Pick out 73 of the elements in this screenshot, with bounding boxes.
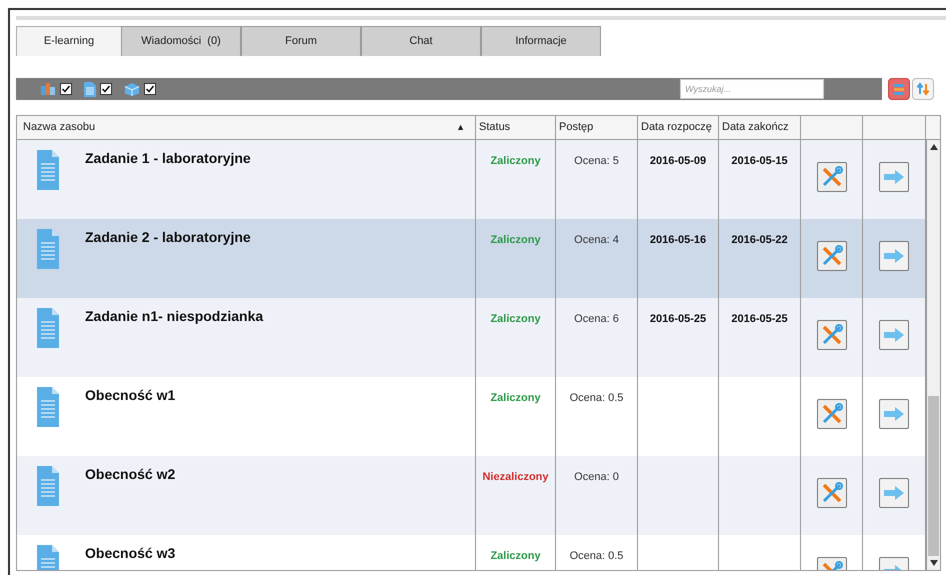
document-icon [37, 229, 59, 269]
table-row[interactable]: Obecność w2 Niezaliczony Ocena: 0 [17, 456, 926, 535]
scroll-down-icon[interactable] [930, 559, 938, 567]
column-header[interactable]: Status [476, 116, 556, 139]
scroll-up-icon[interactable] [930, 143, 938, 151]
grade-text: Ocena: 0 [574, 471, 619, 483]
sort-arrows-icon [916, 82, 930, 96]
tab[interactable]: Chat [361, 26, 481, 56]
grade-text: Ocena: 0.5 [570, 392, 624, 404]
cube-icon [124, 82, 140, 96]
document-icon [84, 82, 96, 96]
open-button[interactable] [879, 478, 909, 508]
arrow-right-icon [883, 485, 905, 501]
status-text: Zaliczony [490, 155, 541, 167]
document-icon [37, 466, 59, 506]
settings-button[interactable] [816, 399, 846, 429]
table-row[interactable]: Zadanie 2 - laboratoryjne Zaliczony Ocena: 4 2016-05-16 2016-05-22 [17, 219, 926, 298]
tab[interactable]: E-learning [16, 26, 121, 56]
status-text: Zaliczony [490, 392, 541, 404]
open-button[interactable] [879, 241, 909, 271]
tab[interactable]: Forum [241, 26, 361, 56]
column-title: Nazwa zasobu [23, 120, 96, 136]
sort-indicator: ▲ [456, 120, 465, 134]
resource-name[interactable]: Zadanie n1- niespodzianka [85, 306, 264, 327]
date-text: 2016-05-22 [731, 234, 788, 246]
arrow-right-icon [883, 248, 905, 264]
date-text: 2016-05-16 [650, 234, 706, 246]
scrollbar-thumb[interactable] [928, 396, 939, 556]
arrow-right-icon [883, 327, 905, 343]
checkbox[interactable] [60, 83, 72, 95]
stack-icon [892, 82, 906, 96]
open-button[interactable] [879, 320, 909, 350]
sort-button[interactable] [912, 78, 934, 100]
settings-button[interactable] [816, 478, 846, 508]
document-icon [37, 150, 59, 190]
status-text: Zaliczony [490, 313, 541, 325]
document-icon [37, 308, 59, 348]
date-text: 2016-05-15 [731, 155, 788, 167]
column-header[interactable]: Data rozpoczę [638, 116, 719, 139]
resource-name[interactable]: Obecność w1 [85, 385, 176, 406]
settings-button[interactable] [816, 241, 846, 271]
resource-name[interactable]: Zadanie 2 - laboratoryjne [85, 227, 251, 248]
date-text: 2016-05-25 [650, 313, 706, 325]
arrow-right-icon [883, 169, 905, 185]
grade-text: Ocena: 6 [574, 313, 619, 325]
open-button[interactable] [879, 399, 909, 429]
open-button[interactable] [879, 162, 909, 192]
search-field[interactable]: Wyszukaj... [680, 79, 824, 99]
resource-name[interactable]: Obecność w2 [85, 464, 176, 485]
column-header[interactable]: Data zakończ [719, 116, 801, 139]
resource-name[interactable]: Zadanie 1 - laboratoryjne [85, 148, 251, 169]
tab[interactable]: Wiadomości (0) [121, 26, 241, 56]
grade-text: Ocena: 4 [574, 234, 619, 246]
tab[interactable]: Informacje [481, 26, 601, 56]
grade-text: Ocena: 0.5 [570, 550, 624, 562]
grade-text: Ocena: 5 [574, 155, 619, 167]
status-text: Zaliczony [490, 550, 541, 562]
resource-name[interactable]: Obecność w3 [85, 543, 176, 564]
settings-button[interactable] [816, 320, 846, 350]
arrow-right-icon [883, 406, 905, 422]
table-row[interactable]: Zadanie n1- niespodzianka Zaliczony Ocena: 6 2016-05-25 2016-05-25 [17, 298, 926, 377]
status-text: Zaliczony [490, 234, 541, 246]
date-text: 2016-05-25 [731, 313, 788, 325]
table-row[interactable]: Zadanie 1 - laboratoryjne Zaliczony Ocena: 5 2016-05-09 2016-05-15 [17, 140, 926, 219]
checkbox[interactable] [100, 83, 112, 95]
column-header[interactable]: Postęp [556, 116, 638, 139]
scrollbar[interactable] [926, 140, 940, 570]
settings-button[interactable] [816, 162, 846, 192]
view-toggle-button[interactable] [888, 78, 910, 100]
date-text: 2016-05-09 [650, 155, 706, 167]
status-text: Niezaliczony [482, 471, 549, 483]
checkbox[interactable] [144, 83, 156, 95]
document-icon [37, 387, 59, 427]
